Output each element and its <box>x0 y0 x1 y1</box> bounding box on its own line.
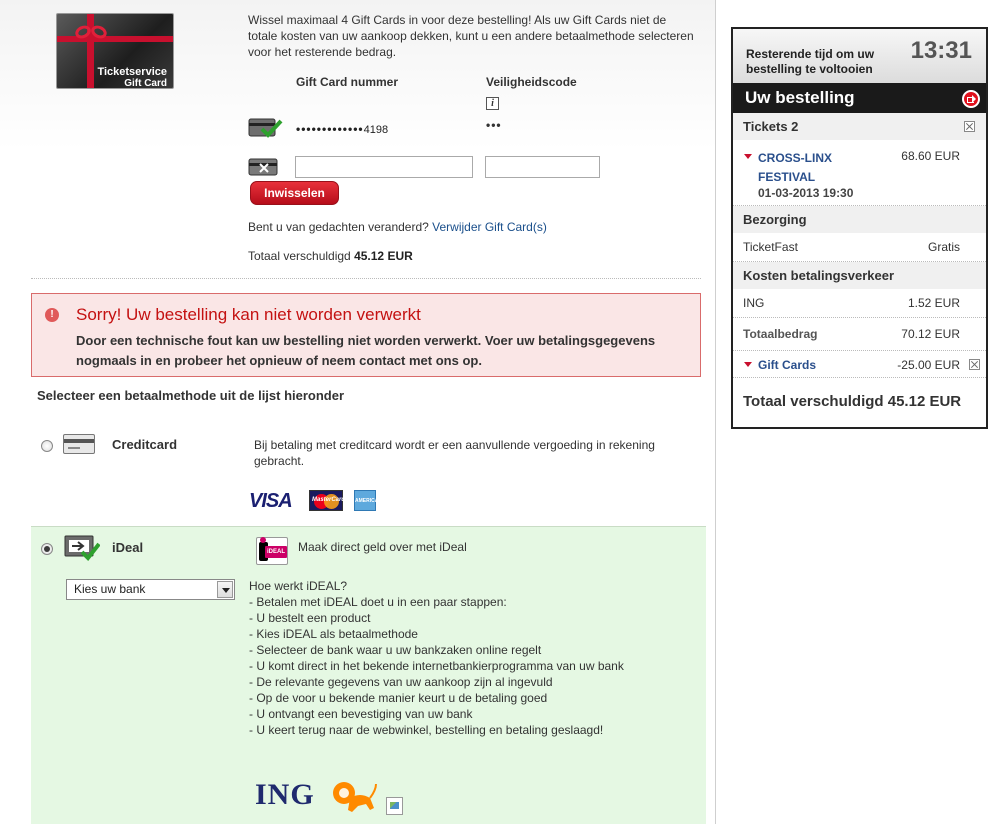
timer-bar: Resterende tijd om uw bestelling te volt… <box>733 29 986 83</box>
ideal-radio[interactable] <box>41 543 53 555</box>
howto-line: - Selecteer de bank waar u uw bankzaken … <box>249 643 542 657</box>
broken-image-icon <box>386 797 403 815</box>
info-icon[interactable]: i <box>486 97 499 110</box>
tickets-header: Tickets 2 <box>733 113 986 140</box>
gift-card-type: Gift Card <box>124 78 167 89</box>
ing-logo-text: ING <box>255 778 315 811</box>
gift-card-number-input[interactable] <box>295 156 473 178</box>
change-mind-text: Bent u van gedachten veranderd? Verwijde… <box>248 220 547 234</box>
fee-row: ING 1.52 EUR <box>733 289 986 318</box>
amex-logo: AMERICAN EXPRESS <box>354 490 382 525</box>
giftcards-label[interactable]: Gift Cards <box>758 358 816 372</box>
visa-logo: VISA <box>249 490 293 513</box>
grand-total: Totaal verschuldigd 45.12 EUR <box>743 393 962 410</box>
fee-method: ING <box>743 296 765 310</box>
howto-line: - Betalen met iDEAL doet u in een paar s… <box>249 595 507 609</box>
creditcard-label[interactable]: Creditcard <box>112 437 177 452</box>
expand-arrow-icon[interactable] <box>744 362 752 367</box>
howto-line: - U ontvangt een bevestiging van uw bank <box>249 707 473 721</box>
payment-method-title: Selecteer een betaalmethode uit de lijst… <box>37 388 345 403</box>
delivery-price: Gratis <box>927 240 960 254</box>
delivery-row: TicketFast Gratis <box>733 233 986 262</box>
order-title: Uw bestelling <box>745 88 855 107</box>
total-owed-label: Totaal verschuldigd <box>248 249 351 263</box>
total-owed-value: 45.12 EUR <box>354 249 413 263</box>
howto-line: - Op de voor u bekende manier keurt u de… <box>249 691 548 705</box>
change-mind-label: Bent u van gedachten veranderd? <box>248 220 429 234</box>
card-add-icon <box>248 158 278 176</box>
delivery-method: TicketFast <box>743 240 798 254</box>
ticket-row: CROSS-LINX FESTIVAL 01-03-2013 19:30 68.… <box>733 140 986 206</box>
total-owed: Totaal verschuldigd 45.12 EUR <box>248 249 413 263</box>
gift-card-brand: Ticketservice <box>97 66 167 78</box>
error-title: Sorry! Uw bestelling kan niet worden ver… <box>76 305 421 324</box>
fees-header: Kosten betalingsverkeer <box>733 262 986 289</box>
giftcards-row: Gift Cards -25.00 EUR <box>733 351 986 378</box>
error-message-box: ! Sorry! Uw bestelling kan niet worden v… <box>31 293 701 377</box>
error-text: Door een technische fout kan uw bestelli… <box>76 333 656 368</box>
howto-line: - De relevante gegevens van uw aankoop z… <box>249 675 553 689</box>
remove-gift-card-link[interactable]: Verwijder Gift Card(s) <box>432 220 547 234</box>
creditcard-radio[interactable] <box>41 440 53 452</box>
howto-line: - U komt direct in het bekende internetb… <box>249 659 624 673</box>
bank-select[interactable]: Kies uw bank <box>66 579 235 600</box>
ideal-logo-text: iDEAL <box>265 546 287 558</box>
creditcard-description: Bij betaling met creditcard wordt er een… <box>254 438 655 468</box>
security-code-input[interactable] <box>485 156 600 178</box>
order-header: Uw bestelling <box>733 83 986 113</box>
gift-card-image: Ticketservice Gift Card <box>56 13 174 89</box>
mastercard-text: MasterCard <box>312 497 346 503</box>
order-summary: Resterende tijd om uw bestelling te volt… <box>731 27 988 429</box>
mastercard-logo: MasterCard <box>309 490 346 511</box>
card-check-icon <box>248 118 283 138</box>
ideal-howto: Hoe werkt iDEAL? - Betalen met iDEAL doe… <box>249 578 649 738</box>
fees-head-label: Kosten betalingsverkeer <box>743 268 895 283</box>
visa-text: VISA <box>249 490 293 512</box>
total-value: 70.12 EUR <box>901 327 960 341</box>
chevron-down-icon[interactable] <box>217 581 233 598</box>
giftcards-value: -25.00 EUR <box>897 358 960 372</box>
checkout-main: Ticketservice Gift Card Wissel maximaal … <box>0 0 716 824</box>
gift-card-intro: Wissel maximaal 4 Gift Cards in voor dez… <box>248 13 694 59</box>
remove-giftcards-icon[interactable] <box>969 359 980 370</box>
event-name-line-1: CROSS-LINX <box>758 151 833 165</box>
howto-line: - U bestelt een product <box>249 611 371 625</box>
timer-value: 13:31 <box>910 37 972 64</box>
howto-line: - U keert terug naar de webwinkel, beste… <box>249 723 604 737</box>
event-date: 01-03-2013 19:30 <box>758 186 854 200</box>
event-name[interactable]: CROSS-LINX FESTIVAL <box>758 149 832 187</box>
ideal-label[interactable]: iDeal <box>112 540 143 555</box>
total-label: Totaalbedrag <box>743 327 818 341</box>
credit-card-icon <box>63 434 95 454</box>
exit-icon[interactable] <box>962 90 980 108</box>
event-name-line-2: FESTIVAL <box>758 170 816 184</box>
redeem-button[interactable]: Inwisselen <box>250 181 339 205</box>
total-row: Totaalbedrag 70.12 EUR <box>733 318 986 351</box>
expand-arrow-icon[interactable] <box>744 154 752 159</box>
howto-line: Hoe werkt iDEAL? <box>249 579 348 593</box>
howto-line: - Kies iDEAL als betaalmethode <box>249 627 418 641</box>
remove-tickets-icon[interactable] <box>964 121 975 132</box>
delivery-head-label: Bezorging <box>743 212 807 227</box>
tickets-label: Tickets 2 <box>743 119 799 134</box>
masked-security-code: ••• <box>486 118 502 132</box>
divider <box>31 278 701 279</box>
bank-select-value: Kies uw bank <box>74 582 146 596</box>
masked-last-digits: 4198 <box>363 124 389 136</box>
security-code-header: Veiligheidscode <box>486 75 577 89</box>
error-icon: ! <box>45 308 59 322</box>
ideal-logo: iDEAL <box>256 537 288 565</box>
timer-label: Resterende tijd om uw bestelling te volt… <box>746 47 875 76</box>
ideal-tagline: Maak direct geld over met iDeal <box>298 540 467 554</box>
delivery-header: Bezorging <box>733 206 986 233</box>
masked-card-number: •••••••••••••4198 <box>296 122 388 136</box>
masked-dots: ••••••••••••• <box>296 122 364 136</box>
ing-lion-icon <box>333 782 377 812</box>
gift-card-number-header: Gift Card nummer <box>296 75 399 89</box>
event-price: 68.60 EUR <box>901 149 960 163</box>
ideal-transfer-icon <box>64 535 100 562</box>
fee-value: 1.52 EUR <box>907 296 960 310</box>
